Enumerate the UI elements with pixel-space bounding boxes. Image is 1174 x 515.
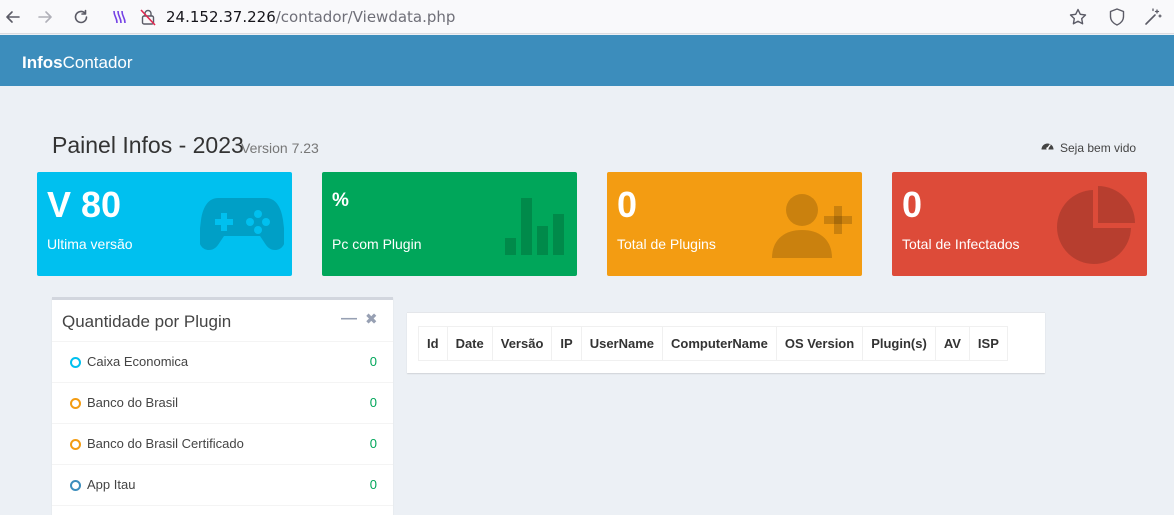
app-header: InfosContador — [0, 35, 1174, 86]
stat-label: Pc com Plugin — [332, 236, 422, 252]
address-bar[interactable]: 24.152.37.226/contador/Viewdata.php — [106, 3, 1162, 31]
url-host: 24.152.37.226 — [166, 8, 276, 26]
list-item[interactable]: Banco do Brasil Certificado 0 — [52, 424, 393, 465]
stat-value: V 80 — [47, 184, 122, 225]
url-path: /contador/Viewdata.php — [275, 8, 456, 26]
page-title: Painel Infos - 2023 — [52, 132, 244, 158]
shield-icon[interactable] — [1107, 7, 1127, 32]
dashboard-icon — [1041, 140, 1054, 155]
plugin-count: 0 — [369, 354, 377, 369]
panel-header: Quantidade por Plugin — ✖ — [52, 300, 393, 342]
plugin-count: 0 — [369, 436, 377, 451]
plugin-name: Banco do Brasil Certificado — [87, 436, 244, 451]
column-header[interactable]: Versão — [491, 326, 553, 361]
stat-box-pc-plugin: % Pc com Plugin — [322, 172, 577, 276]
pie-chart-icon — [1057, 186, 1139, 269]
magic-wand-icon[interactable] — [1143, 7, 1163, 32]
panel-title: Quantidade por Plugin — [62, 312, 232, 331]
column-header[interactable]: Plugin(s) — [862, 326, 936, 361]
column-header[interactable]: Id — [418, 326, 448, 361]
circle-icon — [70, 357, 81, 368]
circle-icon — [70, 480, 81, 491]
plugin-count: 0 — [369, 477, 377, 492]
stat-label: Total de Infectados — [902, 236, 1020, 252]
page-version: Version 7.23 — [241, 140, 319, 156]
plugin-panel: Quantidade por Plugin — ✖ Caixa Economic… — [52, 297, 393, 515]
reload-icon[interactable] — [70, 6, 92, 28]
stat-value: 0 — [617, 184, 638, 225]
stat-box-total-infected: 0 Total de Infectados — [892, 172, 1147, 276]
list-item[interactable]: App Itau 0 — [52, 465, 393, 506]
list-item[interactable]: Caixa Economica 0 — [52, 342, 393, 383]
column-header[interactable]: ISP — [968, 326, 1008, 361]
data-table-box: Id Date Versão IP UserName ComputerName … — [407, 312, 1045, 373]
column-header[interactable]: Date — [446, 326, 493, 361]
plugin-count: 0 — [369, 395, 377, 410]
gamepad-icon — [198, 186, 286, 263]
column-header[interactable]: ComputerName — [662, 326, 777, 361]
stat-label: Total de Plugins — [617, 236, 716, 252]
data-table: Id Date Versão IP UserName ComputerName … — [418, 326, 1008, 361]
bookmark-star-icon[interactable] — [1068, 7, 1088, 32]
table-header-row: Id Date Versão IP UserName ComputerName … — [418, 326, 1008, 361]
welcome-text: Seja bem vido — [1060, 140, 1137, 155]
forward-arrow-icon[interactable] — [34, 6, 56, 28]
stat-box-latest-version: V 80 Ultima versão — [37, 172, 292, 276]
column-header[interactable]: OS Version — [775, 326, 864, 361]
bar-chart-icon — [503, 186, 569, 261]
close-icon[interactable]: ✖ — [365, 310, 378, 328]
site-permissions-icon[interactable] — [110, 8, 128, 31]
stat-box-total-plugins: 0 Total de Plugins — [607, 172, 862, 276]
stat-value: % — [332, 190, 349, 211]
user-plus-icon — [770, 186, 854, 265]
logo[interactable]: InfosContador — [22, 53, 133, 73]
circle-icon — [70, 398, 81, 409]
insecure-lock-icon[interactable] — [140, 8, 156, 31]
column-header[interactable]: IP — [551, 326, 582, 361]
circle-icon — [70, 439, 81, 450]
plugin-name: Caixa Economica — [87, 354, 189, 369]
url-text[interactable]: 24.152.37.226/contador/Viewdata.php — [166, 8, 455, 26]
logo-text: Contador — [62, 53, 133, 72]
stat-value: 0 — [902, 184, 923, 225]
column-header[interactable]: AV — [934, 326, 970, 361]
back-arrow-icon[interactable] — [2, 6, 24, 28]
stat-label: Ultima versão — [47, 236, 133, 252]
collapse-minus-icon[interactable]: — — [341, 310, 357, 328]
column-header[interactable]: UserName — [580, 326, 664, 361]
list-item[interactable]: Banco do Brasil 0 — [52, 383, 393, 424]
welcome-breadcrumb[interactable]: Seja bem vido — [1041, 140, 1136, 155]
logo-bold-text: Infos — [22, 53, 63, 72]
browser-toolbar: 24.152.37.226/contador/Viewdata.php — [0, 0, 1174, 34]
plugin-name: Banco do Brasil — [87, 395, 179, 410]
plugin-name: App Itau — [87, 477, 136, 492]
